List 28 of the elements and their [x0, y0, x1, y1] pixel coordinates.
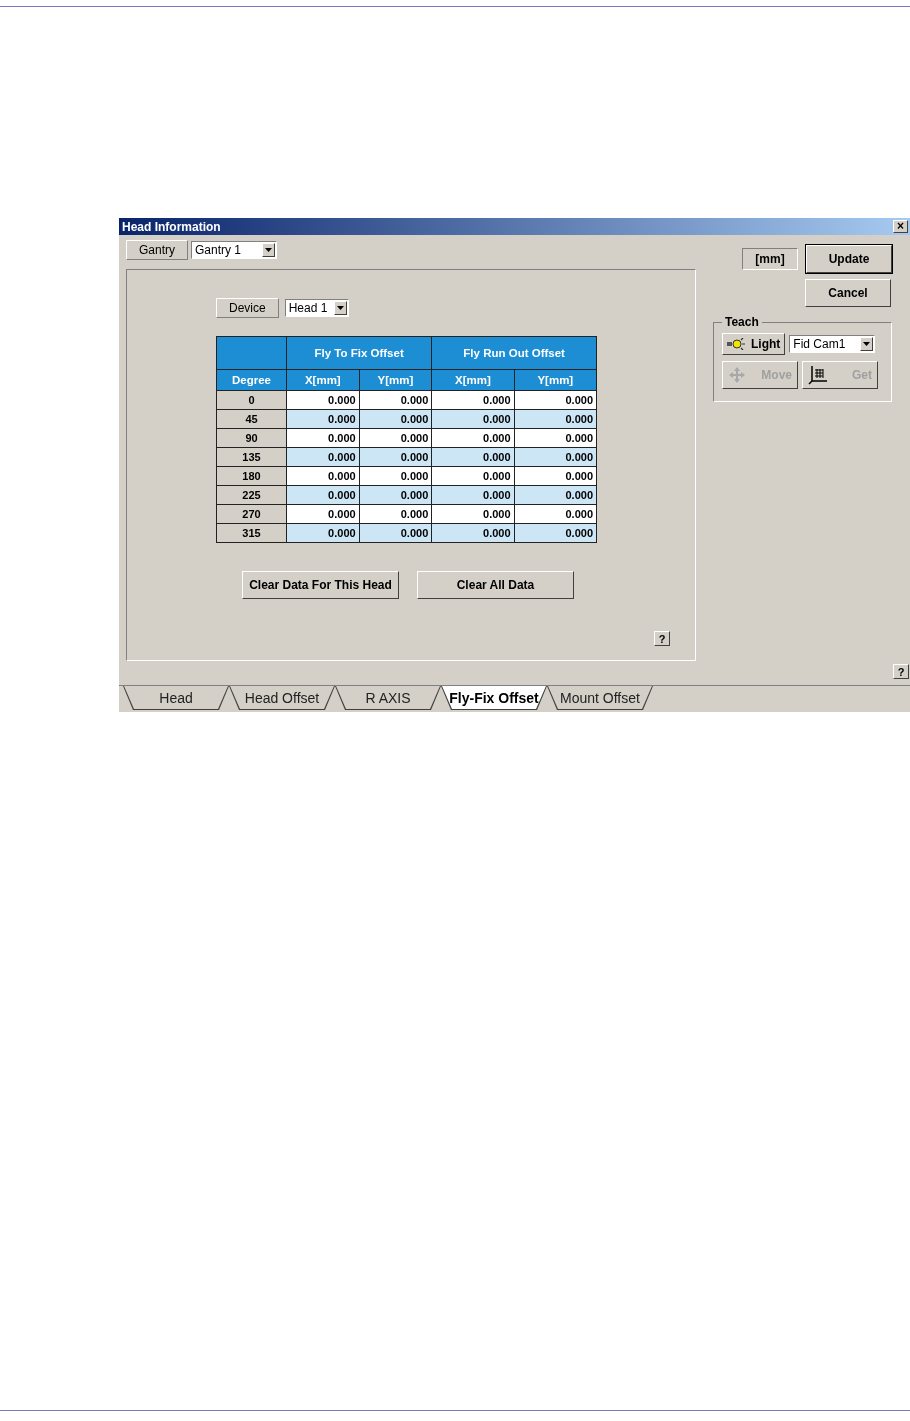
column-group-header: Fly To Fix Offset [286, 336, 432, 370]
update-button[interactable]: Update [806, 245, 892, 273]
grid-axes-icon [808, 365, 828, 385]
tab[interactable]: Mount Offset [547, 686, 653, 710]
unit-label: [mm] [742, 248, 798, 270]
device-dropdown[interactable]: Head 1 [284, 299, 349, 317]
group-title: Teach [724, 315, 760, 329]
tab[interactable]: Fly-Fix Offset [441, 686, 547, 710]
column-group-header: Fly Run Out Offset [431, 336, 597, 370]
help-button[interactable]: ? [893, 664, 909, 679]
header-cell [216, 336, 287, 370]
tab[interactable]: R AXIS [335, 686, 441, 710]
tab[interactable]: Head Offset [229, 686, 335, 710]
column-header: Degree [216, 369, 287, 391]
tab[interactable]: Head [123, 686, 229, 710]
lamp-icon [727, 338, 745, 350]
close-button[interactable]: × [893, 220, 908, 233]
help-button[interactable]: ? [654, 631, 670, 646]
light-button[interactable]: Light [722, 333, 786, 355]
four-way-arrow-icon [728, 366, 746, 384]
action-button[interactable]: Clear Data For This Head [242, 571, 399, 599]
cancel-button[interactable]: Cancel [805, 279, 891, 307]
device-label: Device [216, 298, 279, 318]
camera-dropdown[interactable]: Fid Cam1 [789, 335, 876, 353]
window-title: Head Information [122, 219, 221, 234]
gantry-label: Gantry [126, 240, 188, 260]
action-button[interactable]: Clear All Data [417, 571, 574, 599]
gantry-dropdown[interactable]: Gantry 1 [191, 241, 277, 259]
